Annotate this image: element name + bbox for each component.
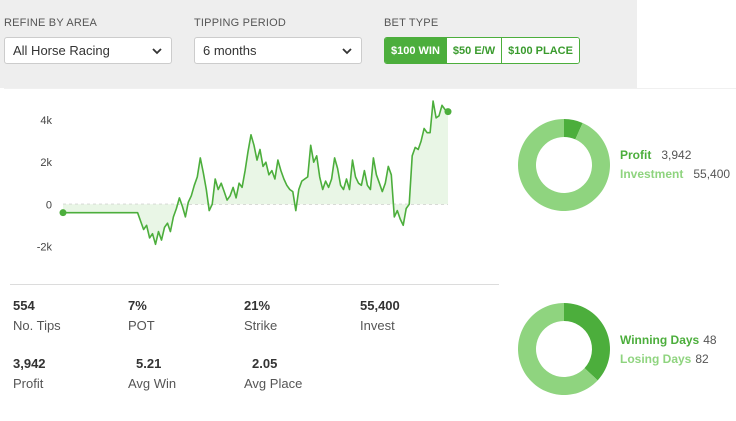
stat-label: Strike	[244, 318, 278, 333]
stat-label: Invest	[360, 318, 395, 333]
stat-value: 55,400	[360, 298, 400, 313]
y-tick-label: 0	[46, 199, 52, 211]
stat-strike: 21% Strike	[244, 298, 277, 333]
stat-no-tips: 554 No. Tips	[13, 298, 61, 333]
series-start-point	[59, 209, 67, 217]
stat-value: 5.21	[136, 356, 162, 371]
chevron-down-icon	[341, 45, 353, 57]
legend-label: Investment	[620, 166, 684, 181]
bet-type-button-place[interactable]: $100 PLACE	[501, 38, 579, 63]
stat-value: 7%	[128, 298, 147, 313]
stat-profit: 3,942 Profit	[13, 356, 46, 391]
legend-label: Losing Days	[620, 351, 692, 366]
period-select[interactable]: 6 months	[194, 37, 362, 64]
stat-value: 3,942	[13, 356, 46, 371]
area-select-value: All Horse Racing	[13, 43, 110, 58]
stat-value: 2.05	[252, 356, 278, 371]
days-donut-slice-winning-days	[564, 303, 610, 381]
legend-value: 3,942	[661, 147, 692, 162]
area-filter-label: REFINE BY AREA	[4, 17, 98, 29]
stat-value: 21%	[244, 298, 271, 313]
bet-type-button-win[interactable]: $100 WIN	[385, 38, 446, 63]
y-tick-label: 4k	[40, 115, 52, 127]
period-select-value: 6 months	[203, 43, 257, 58]
legend-item-profit: Profit 3,942	[620, 145, 730, 164]
filter-bar: REFINE BY AREA All Horse Racing TIPPING …	[0, 0, 637, 88]
legend-value: 55,400	[693, 166, 731, 181]
area-select[interactable]: All Horse Racing	[4, 37, 172, 64]
legend-item-losing-days: Losing Days 82	[620, 349, 717, 368]
legend-value: 48	[703, 332, 717, 347]
stat-invest: 55,400 Invest	[360, 298, 400, 333]
series-end-point	[444, 108, 452, 116]
profit-donut-slice-profit	[564, 119, 583, 140]
stat-label: Avg Place	[244, 376, 303, 391]
stat-avg-win: 5.21 Avg Win	[128, 356, 176, 391]
profit-donut-slice-investment	[518, 119, 610, 211]
legend-item-winning-days: Winning Days 48	[620, 330, 717, 349]
legend-value: 82	[695, 351, 709, 366]
profit-chart: 4k 2k 0 -2k	[37, 100, 452, 253]
stat-label: POT	[128, 318, 155, 333]
bet-type-label: BET TYPE	[384, 17, 439, 29]
chevron-down-icon	[151, 45, 163, 57]
stat-avg-place: 2.05 Avg Place	[244, 356, 302, 391]
days-donut-legend: Winning Days 48 Losing Days 82	[620, 330, 717, 368]
stats-card: 4k 2k 0 -2k Profit 3,942 Investment 55,400 …	[4, 88, 736, 421]
days-donut-slice-losing-days	[518, 303, 598, 395]
legend-label: Winning Days	[620, 332, 700, 347]
period-filter-label: TIPPING PERIOD	[194, 17, 287, 29]
stat-label: Profit	[13, 376, 44, 391]
bet-type-group: $100 WIN $50 E/W $100 PLACE	[384, 37, 580, 64]
bet-type-button-each-way[interactable]: $50 E/W	[445, 38, 502, 63]
stat-pot: 7% POT	[128, 298, 155, 333]
profit-donut-legend: Profit 3,942 Investment 55,400	[620, 145, 730, 183]
legend-item-investment: Investment 55,400	[620, 164, 730, 183]
stat-label: Avg Win	[128, 376, 177, 391]
y-tick-label: 2k	[40, 157, 52, 169]
stat-label: No. Tips	[13, 318, 61, 333]
y-tick-label: -2k	[37, 241, 53, 253]
stat-value: 554	[13, 298, 35, 313]
legend-label: Profit	[620, 147, 652, 162]
stats-divider	[10, 284, 499, 285]
